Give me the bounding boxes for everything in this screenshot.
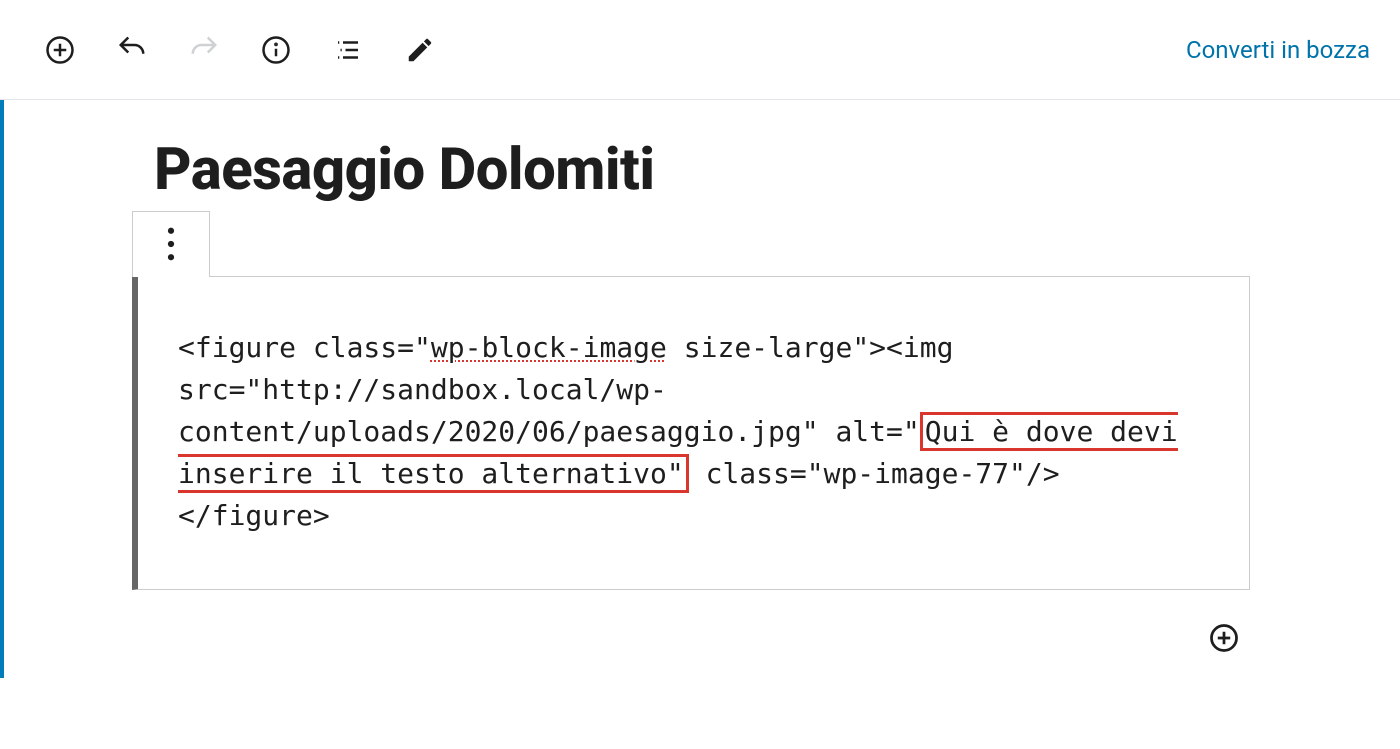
info-button[interactable] (256, 30, 296, 70)
add-block-trailing-button[interactable] (1204, 618, 1244, 658)
redo-icon (189, 35, 219, 65)
redo-button (184, 30, 224, 70)
editor-toolbar: Converti in bozza (0, 0, 1400, 100)
plus-circle-icon (45, 35, 75, 65)
code-seg1: <figure class=" (178, 331, 431, 364)
pencil-icon (405, 35, 435, 65)
editor-focus-border: Paesaggio Dolomiti <figure class="wp-blo… (0, 100, 1400, 678)
undo-button[interactable] (112, 30, 152, 70)
html-code-block[interactable]: <figure class="wp-block-image size-large… (132, 276, 1250, 590)
code-content[interactable]: <figure class="wp-block-image size-large… (178, 327, 1209, 537)
add-block-button[interactable] (40, 30, 80, 70)
outline-button[interactable] (328, 30, 368, 70)
block-appender-row (154, 618, 1250, 658)
more-vertical-icon (167, 226, 175, 262)
block-more-options-button[interactable] (132, 211, 210, 277)
plus-circle-icon (1209, 623, 1239, 653)
edit-mode-button[interactable] (400, 30, 440, 70)
code-spellcheck-span: wp-block-image (431, 331, 667, 364)
list-outline-icon (333, 35, 363, 65)
undo-icon (117, 35, 147, 65)
convert-to-draft-link[interactable]: Converti in bozza (1186, 36, 1370, 64)
info-circle-icon (261, 35, 291, 65)
editor-canvas: Paesaggio Dolomiti <figure class="wp-blo… (4, 100, 1400, 678)
toolbar-left-group (40, 30, 440, 70)
post-title[interactable]: Paesaggio Dolomiti (154, 140, 1250, 201)
